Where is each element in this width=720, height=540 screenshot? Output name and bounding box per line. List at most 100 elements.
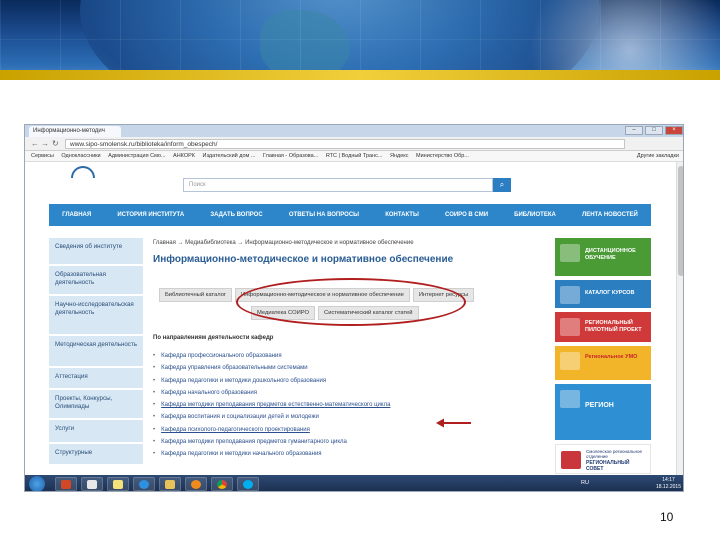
- list-item[interactable]: • Кафедра педагогики и методики дошкольно…: [153, 378, 543, 390]
- maximize-icon[interactable]: □: [645, 126, 663, 135]
- nav-item-library[interactable]: БИБЛИОТЕКА: [514, 212, 556, 218]
- list-item[interactable]: • Кафедра профессионального образования: [153, 353, 543, 365]
- main-nav: ГЛАВНАЯ ИСТОРИЯ ИНСТИТУТА ЗАДАТЬ ВОПРОС …: [49, 204, 651, 226]
- department-list: • Кафедра профессионального образования •…: [153, 353, 543, 464]
- nav-item-contacts[interactable]: КОНТАКТЫ: [385, 212, 419, 218]
- media-player-icon[interactable]: [185, 477, 207, 491]
- sidebar-item[interactable]: Образовательная деятельность: [49, 266, 143, 296]
- nav-item-history[interactable]: ИСТОРИЯ ИНСТИТУТА: [117, 212, 184, 218]
- search-icon[interactable]: ⌕: [493, 178, 511, 192]
- windows-start-icon[interactable]: [29, 476, 45, 491]
- clock-date: 18.12.2015: [655, 483, 681, 490]
- bookmark-item[interactable]: Администрация Смо...: [108, 151, 165, 161]
- bookmark-item[interactable]: Яндекс: [390, 151, 409, 161]
- browser-tab[interactable]: Информационно-методич: [29, 126, 121, 137]
- breadcrumb[interactable]: Главная → Медиабиблиотека → Информационн…: [153, 240, 543, 246]
- department-link[interactable]: Кафедра профессионального образования: [161, 353, 281, 359]
- list-item[interactable]: • Кафедра воспитания и социализации детей…: [153, 414, 543, 426]
- main-content: Главная → Медиабиблиотека → Информационн…: [153, 240, 543, 457]
- book-logo-icon: [71, 166, 95, 178]
- course-catalog-banner[interactable]: КАТАЛОГ КУРСОВ: [555, 280, 651, 308]
- page-number: 10: [660, 510, 674, 524]
- banner-glow: [500, 0, 720, 80]
- nav-item-answers[interactable]: ОТВЕТЫ НА ВОПРОСЫ: [289, 212, 359, 218]
- address-bar: ← → ↻ www.sipo-smolensk.ru/biblioteka/in…: [25, 137, 683, 151]
- bookmark-item[interactable]: Главная - Образова...: [263, 151, 318, 161]
- nav-item-ask[interactable]: ЗАДАТЬ ВОПРОС: [210, 212, 262, 218]
- list-item[interactable]: • Кафедра педагогики и методики начальног…: [153, 451, 543, 463]
- banner-label: РЕГИОНАЛЬНЫЙ ПИЛОТНЫЙ ПРОЕКТ: [585, 320, 642, 333]
- internet-explorer-icon[interactable]: [133, 477, 155, 491]
- department-link[interactable]: Кафедра педагогики и методики начального…: [161, 451, 321, 457]
- banner-label: Региональное УМО: [585, 354, 638, 360]
- window-controls: – □ ×: [625, 126, 683, 136]
- list-item[interactable]: • Кафедра методики преподавания предметов…: [153, 439, 543, 451]
- department-link[interactable]: Кафедра начального образования: [161, 390, 257, 396]
- bookmark-item[interactable]: Издательский дом ...: [203, 151, 256, 161]
- department-link[interactable]: Кафедра психолого-педагогического проект…: [161, 427, 310, 433]
- list-item[interactable]: • Кафедра психолого-педагогического проек…: [153, 427, 543, 439]
- system-clock[interactable]: 14:17 18.12.2015: [656, 477, 681, 490]
- nav-item-media[interactable]: СОИРО В СМИ: [445, 212, 488, 218]
- department-link[interactable]: Кафедра воспитания и социализации детей …: [161, 414, 319, 420]
- list-item[interactable]: • Кафедра управления образовательными сис…: [153, 365, 543, 377]
- page-title: Информационно-методическое и нормативное…: [153, 254, 454, 265]
- sidebar: Сведения об институте Образовательная де…: [49, 238, 143, 466]
- sidebar-item[interactable]: Структурные: [49, 444, 143, 466]
- sidebar-item[interactable]: Аттестация: [49, 368, 143, 390]
- url-input[interactable]: www.sipo-smolensk.ru/biblioteka/inform_o…: [65, 139, 625, 149]
- region-banner[interactable]: РЕГИОН: [555, 384, 651, 440]
- file-icon[interactable]: [81, 477, 103, 491]
- distance-learning-banner[interactable]: ДИСТАНЦИОННОЕ ОБУЧЕНИЕ: [555, 238, 651, 276]
- sidebar-item[interactable]: Методическая деятельность: [49, 336, 143, 368]
- list-item[interactable]: • Кафедра методики преподавания предметов…: [153, 402, 543, 414]
- bookmarks-bar: Сервисы Одноклассники Администрация Смо.…: [25, 151, 683, 162]
- bookmark-item[interactable]: Одноклассники: [61, 151, 100, 161]
- department-link[interactable]: Кафедра педагогики и методики дошкольног…: [161, 378, 326, 384]
- banner-label: Смоленское региональное отделение: [586, 449, 642, 460]
- site-logo[interactable]: [53, 166, 115, 194]
- sidebar-item[interactable]: Сведения об институте: [49, 238, 143, 266]
- banner-label: КАТАЛОГ КУРСОВ: [585, 290, 635, 296]
- nav-item-news[interactable]: ЛЕНТА НОВОСТЕЙ: [582, 212, 638, 218]
- forward-arrow-icon[interactable]: →: [41, 139, 49, 148]
- close-icon[interactable]: ×: [665, 126, 683, 135]
- chrome-icon[interactable]: [211, 477, 233, 491]
- right-banners: ДИСТАНЦИОННОЕ ОБУЧЕНИЕ КАТАЛОГ КУРСОВ РЕ…: [555, 238, 651, 478]
- bookmark-item[interactable]: RTC | Водный Транс...: [326, 151, 383, 161]
- department-link[interactable]: Кафедра управления образовательными сист…: [161, 365, 307, 371]
- sidebar-item[interactable]: Научно-исследовательская деятельность: [49, 296, 143, 336]
- reload-icon[interactable]: ↻: [52, 139, 59, 148]
- department-link[interactable]: Кафедра методики преподавания предметов …: [161, 439, 347, 445]
- language-indicator[interactable]: RU: [581, 480, 589, 486]
- browser-tab-bar: Информационно-методич – □ ×: [25, 125, 683, 137]
- minimize-icon[interactable]: –: [625, 126, 643, 135]
- project-icon: [560, 318, 580, 336]
- sticky-notes-icon[interactable]: [107, 477, 129, 491]
- list-item[interactable]: • Кафедра начального образования: [153, 390, 543, 402]
- bookmark-item[interactable]: Сервисы: [31, 151, 54, 161]
- scrollbar-thumb[interactable]: [678, 166, 683, 276]
- regional-council-banner[interactable]: Смоленское региональное отделение РЕГИОН…: [555, 444, 651, 474]
- powerpoint-icon[interactable]: [55, 477, 77, 491]
- tab-library-catalog[interactable]: Библиотечный каталог: [159, 288, 233, 302]
- sidebar-item[interactable]: Проекты, Конкурсы, Олимпиады: [49, 390, 143, 420]
- vertical-scrollbar[interactable]: [676, 162, 683, 475]
- folder-icon[interactable]: [159, 477, 181, 491]
- umo-banner[interactable]: Региональное УМО: [555, 346, 651, 380]
- other-bookmarks[interactable]: Другие закладки: [637, 151, 679, 161]
- pilot-project-banner[interactable]: РЕГИОНАЛЬНЫЙ ПИЛОТНЫЙ ПРОЕКТ: [555, 312, 651, 342]
- skype-icon[interactable]: [237, 477, 259, 491]
- banner-label: РЕГИОН: [585, 402, 614, 409]
- sidebar-item[interactable]: Услуги: [49, 420, 143, 444]
- back-arrow-icon[interactable]: ←: [31, 139, 39, 148]
- highlight-oval: [236, 278, 466, 326]
- nav-item-home[interactable]: ГЛАВНАЯ: [62, 212, 91, 218]
- site-search-input[interactable]: Поиск: [183, 178, 493, 192]
- department-link-highlighted[interactable]: Кафедра методики преподавания предметов …: [161, 402, 390, 408]
- left-arrow-icon: [436, 418, 471, 428]
- bookmark-item[interactable]: Министерство Обр...: [416, 151, 469, 161]
- emblem-icon: [561, 451, 581, 469]
- bookmark-item[interactable]: АНКОРК: [173, 151, 195, 161]
- section-heading: По направлениям деятельности кафедр: [153, 335, 274, 341]
